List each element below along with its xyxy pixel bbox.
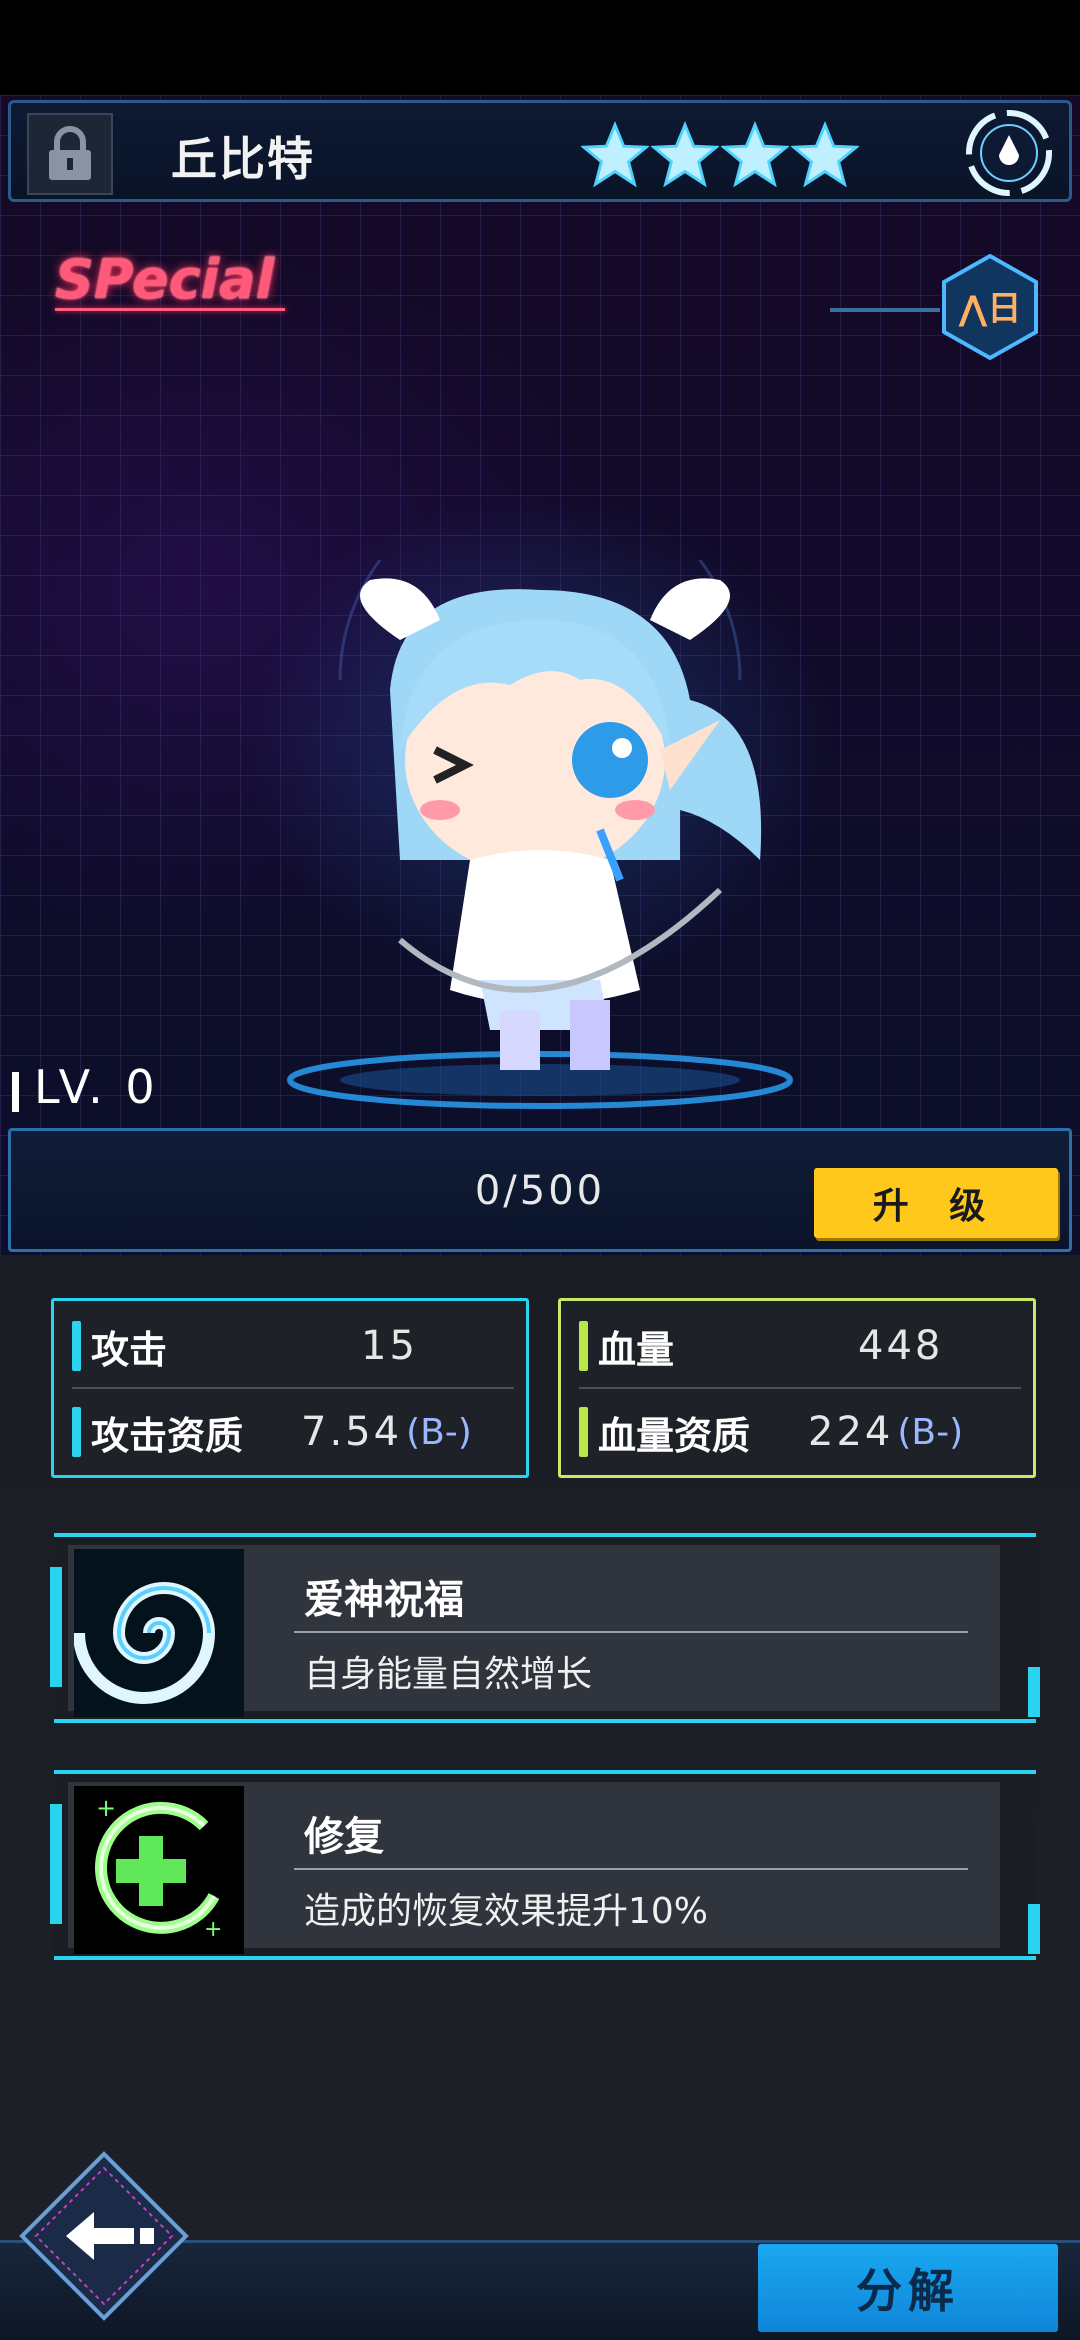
hp-aptitude-value: 224: [808, 1409, 894, 1455]
attack-aptitude-grade: (B-): [406, 1411, 472, 1453]
faction-emblem-icon[interactable]: [957, 105, 1061, 201]
attack-stats-box: 攻击 15 攻击资质 7.54 (B-): [51, 1298, 529, 1478]
skill-name: 修复: [304, 1814, 384, 1860]
skill-edge: [50, 1804, 62, 1924]
character-portrait: [287, 560, 793, 1109]
lock-button[interactable]: [27, 113, 113, 195]
top-black-bar: [0, 0, 1080, 95]
upgrade-button[interactable]: 升 级: [814, 1168, 1058, 1238]
star-icon: [721, 121, 789, 188]
skill-edge: [1028, 1667, 1040, 1717]
stat-divider: [579, 1387, 1021, 1389]
attack-aptitude-row: 攻击资质 7.54 (B-): [72, 1397, 516, 1467]
hp-aptitude-marker: [579, 1407, 588, 1457]
attack-label: 攻击: [91, 1327, 168, 1372]
attack-row: 攻击 15: [72, 1311, 516, 1381]
back-arrow-icon[interactable]: [16, 2148, 192, 2324]
skill-inner: 爱神祝福 自身能量自然增长: [68, 1545, 1000, 1717]
attack-marker: [72, 1321, 81, 1371]
heal-plus-icon: + +: [74, 1786, 244, 1954]
game-screen: 丘比特 SPecial ⋀日 LV. 0 0/500 升 级 攻击 15 攻击资…: [0, 0, 1080, 2340]
attack-aptitude-value: 7.54: [301, 1409, 403, 1455]
svg-text:+: +: [204, 1917, 222, 1942]
star-icon: [651, 121, 719, 188]
skill-description: 造成的恢复效果提升10%: [304, 1891, 709, 1932]
skill-divider: [294, 1631, 968, 1633]
attack-aptitude-label: 攻击资质: [91, 1413, 244, 1458]
skill-edge: [50, 1567, 62, 1687]
skill-edge: [1028, 1904, 1040, 1954]
skill-divider: [294, 1868, 968, 1870]
swirl-icon: [74, 1549, 244, 1717]
lock-icon: [49, 126, 91, 180]
skill-card[interactable]: 爱神祝福 自身能量自然增长: [50, 1533, 1040, 1723]
skill-name: 爱神祝福: [304, 1577, 464, 1623]
hp-stats-box: 血量 448 血量资质 224 (B-): [558, 1298, 1036, 1478]
star-rating: [581, 121, 859, 189]
hp-label: 血量: [598, 1327, 675, 1372]
attack-aptitude-marker: [72, 1407, 81, 1457]
character-header: 丘比特: [8, 100, 1072, 202]
skill-inner: + + 修复 造成的恢复效果提升10%: [68, 1782, 1000, 1954]
character-name: 丘比特: [171, 132, 315, 186]
hp-marker: [579, 1321, 588, 1371]
star-icon: [581, 121, 649, 188]
hp-aptitude-row: 血量资质 224 (B-): [579, 1397, 1023, 1467]
rank-line: [830, 308, 940, 312]
skill-card[interactable]: + + 修复 造成的恢复效果提升10%: [50, 1770, 1040, 1960]
decompose-button[interactable]: 分解: [758, 2244, 1058, 2332]
star-icon: [791, 121, 859, 188]
rank-badge-text: ⋀日: [959, 289, 1022, 329]
hp-value: 448: [858, 1323, 944, 1369]
hp-row: 血量 448: [579, 1311, 1023, 1381]
hp-aptitude-label: 血量资质: [598, 1413, 751, 1458]
attack-value: 15: [361, 1323, 418, 1369]
stat-divider: [72, 1387, 514, 1389]
rarity-underline: [55, 308, 285, 311]
svg-text:+: +: [96, 1794, 116, 1822]
level-marker: [12, 1072, 19, 1112]
hp-aptitude-grade: (B-): [897, 1411, 964, 1453]
skill-description: 自身能量自然增长: [304, 1654, 593, 1695]
level-label: LV. 0: [34, 1060, 159, 1114]
rank-badge-icon[interactable]: ⋀日: [938, 252, 1042, 362]
rarity-tag: SPecial: [55, 248, 275, 311]
